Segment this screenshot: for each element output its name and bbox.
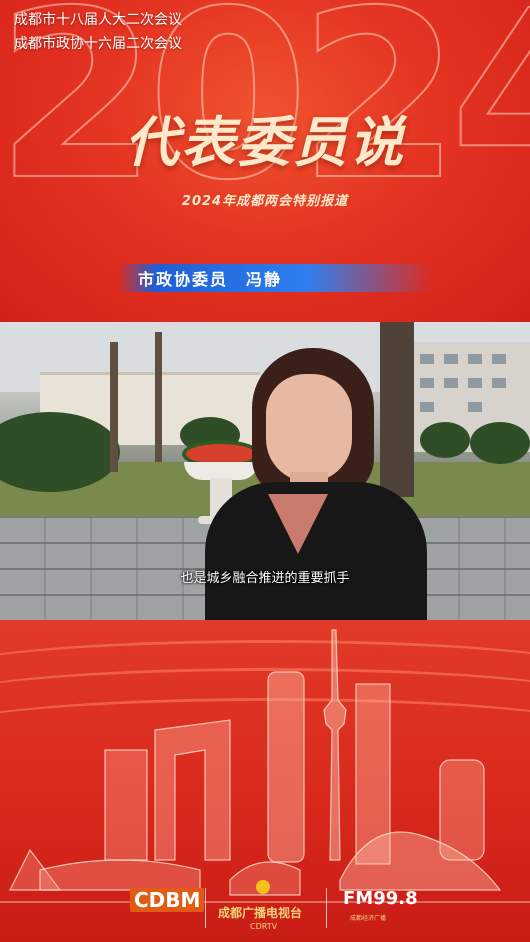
video-shrub	[470, 422, 530, 464]
cdbm-logo: CDBM	[130, 888, 205, 912]
video-frame[interactable]: 也是城乡融合推进的重要抓手	[0, 322, 530, 620]
video-tree-trunk	[155, 332, 162, 462]
cdtv-logo-sub: CDRTV	[250, 922, 278, 931]
video-tree-trunk	[380, 322, 414, 497]
speaker-face	[266, 374, 352, 482]
video-tree-trunk	[110, 342, 118, 472]
fm-logo-sub: 成都经济广播	[350, 915, 387, 922]
cdtv-logo: 成都广播电视台	[218, 906, 303, 920]
cdtv-logo-icon	[256, 880, 270, 894]
meeting-line-1: 成都市十八届人大二次会议	[14, 12, 182, 28]
subtitle-caption: 也是城乡融合推进的重要抓手	[180, 571, 350, 586]
logo-divider	[326, 888, 327, 928]
page-title: 代表委员说	[125, 111, 405, 174]
logo-divider	[205, 888, 206, 928]
meeting-line-2: 成都市政协十六届二次会议	[14, 36, 182, 52]
flower-planter	[186, 444, 256, 464]
fm-logo: FM99.8	[343, 888, 418, 909]
video-shrub	[420, 422, 470, 458]
page-subtitle: 2024年成都两会特别报道	[181, 194, 349, 209]
speaker-name-label: 市政协委员 冯静	[138, 270, 283, 289]
